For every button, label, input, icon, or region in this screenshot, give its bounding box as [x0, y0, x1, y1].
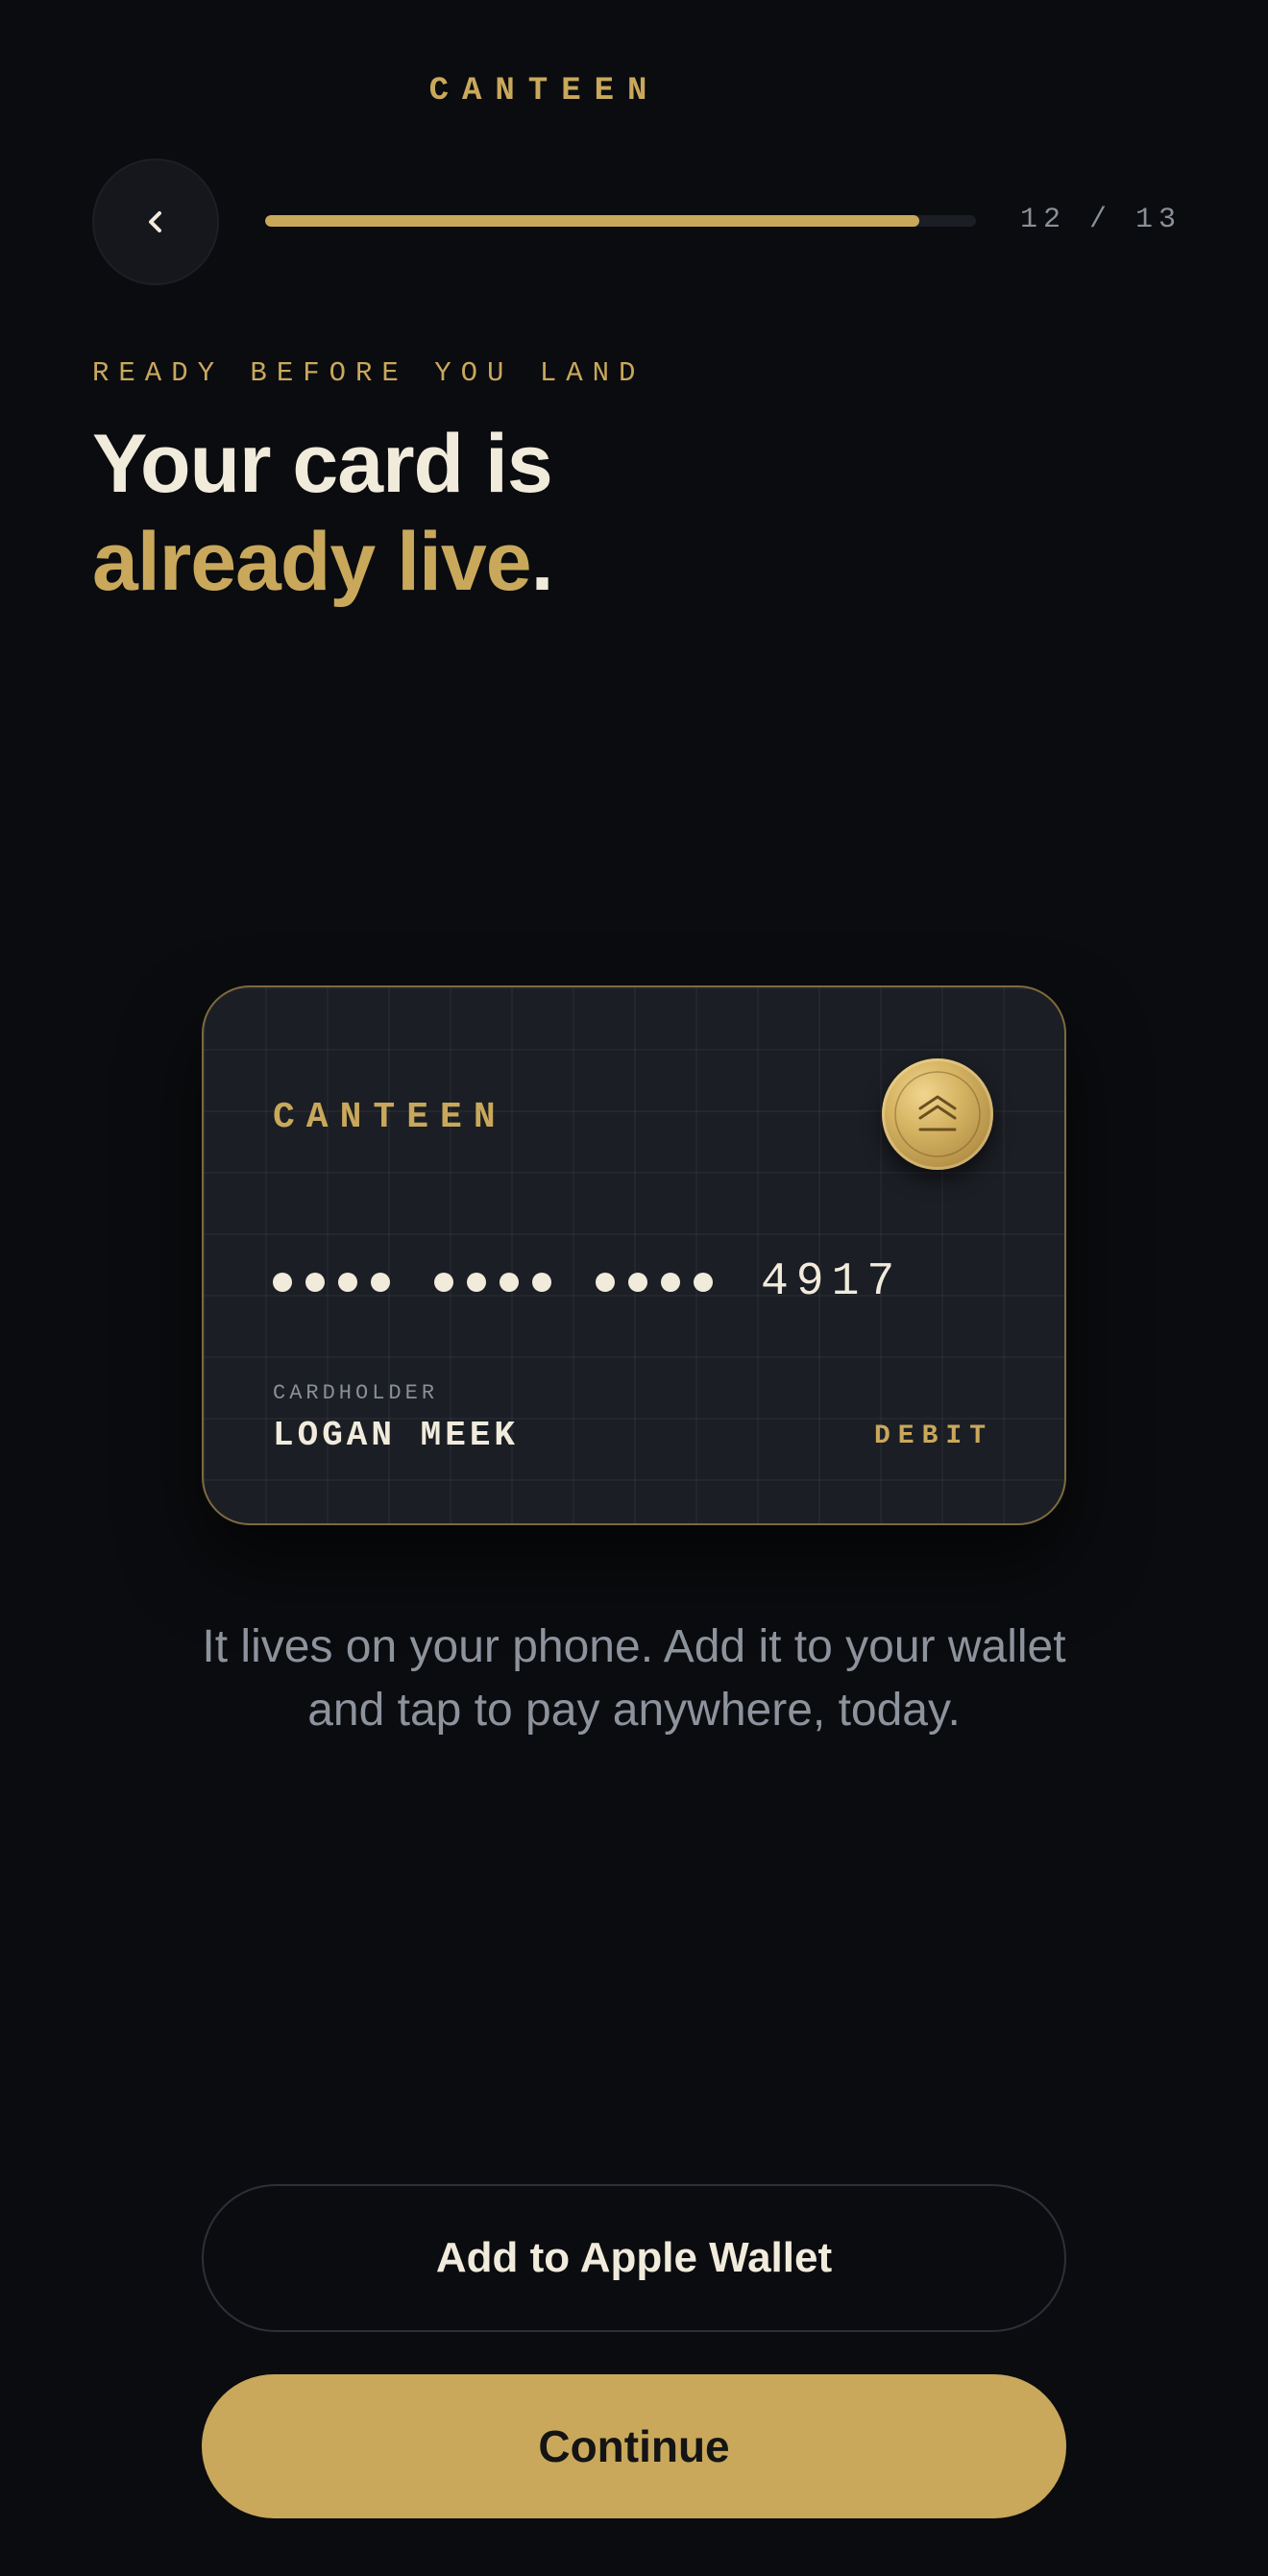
card-brand: CANTEEN — [273, 1097, 507, 1138]
mask-dot — [532, 1273, 551, 1292]
card-number-mask-group — [596, 1273, 713, 1292]
mask-dot — [661, 1273, 680, 1292]
cardholder-label: CARDHOLDER — [273, 1381, 439, 1405]
add-to-apple-wallet-button[interactable]: Add to Apple Wallet — [202, 2184, 1066, 2332]
chevron-left-icon — [149, 211, 161, 232]
card-number-mask-group — [273, 1273, 390, 1292]
headline-line-2: already live. — [92, 513, 554, 611]
mask-dot — [273, 1273, 292, 1292]
mask-dot — [371, 1273, 390, 1292]
mask-dot — [596, 1273, 615, 1292]
back-button[interactable] — [92, 158, 219, 285]
headline-period: . — [530, 516, 554, 608]
mask-dot — [434, 1273, 453, 1292]
card-type-badge: DEBIT — [873, 1422, 993, 1451]
headline-highlight: already live — [92, 516, 532, 608]
mask-dot — [500, 1273, 519, 1292]
mask-dot — [338, 1273, 357, 1292]
cardholder-name: LOGAN MEEK — [273, 1416, 520, 1455]
progress-count: 12 / 13 — [1019, 204, 1182, 236]
chevron-stack-icon — [894, 1071, 981, 1157]
card-number: 4917 — [273, 1256, 902, 1308]
mask-dot — [628, 1273, 647, 1292]
mask-dot — [467, 1273, 486, 1292]
eyebrow-label: READY BEFORE YOU LAND — [92, 357, 646, 389]
mask-dot — [305, 1273, 325, 1292]
app-brand: CANTEEN — [428, 73, 661, 109]
headline-line-1: Your card is — [92, 418, 553, 510]
card-number-mask-group — [434, 1273, 551, 1292]
mask-dot — [694, 1273, 713, 1292]
card-last4: 4917 — [761, 1256, 903, 1308]
continue-button[interactable]: Continue — [202, 2374, 1066, 2518]
progress-fill — [265, 215, 919, 227]
card-seal — [882, 1058, 993, 1170]
page-title: Your card is already live. — [92, 415, 554, 611]
progress-bar — [265, 215, 976, 227]
body-text: It lives on your phone. Add it to your w… — [202, 1621, 1066, 1736]
debit-card: CANTEEN 4917 CARDHOLDER LOGAN MEEK DEBIT — [202, 985, 1066, 1525]
